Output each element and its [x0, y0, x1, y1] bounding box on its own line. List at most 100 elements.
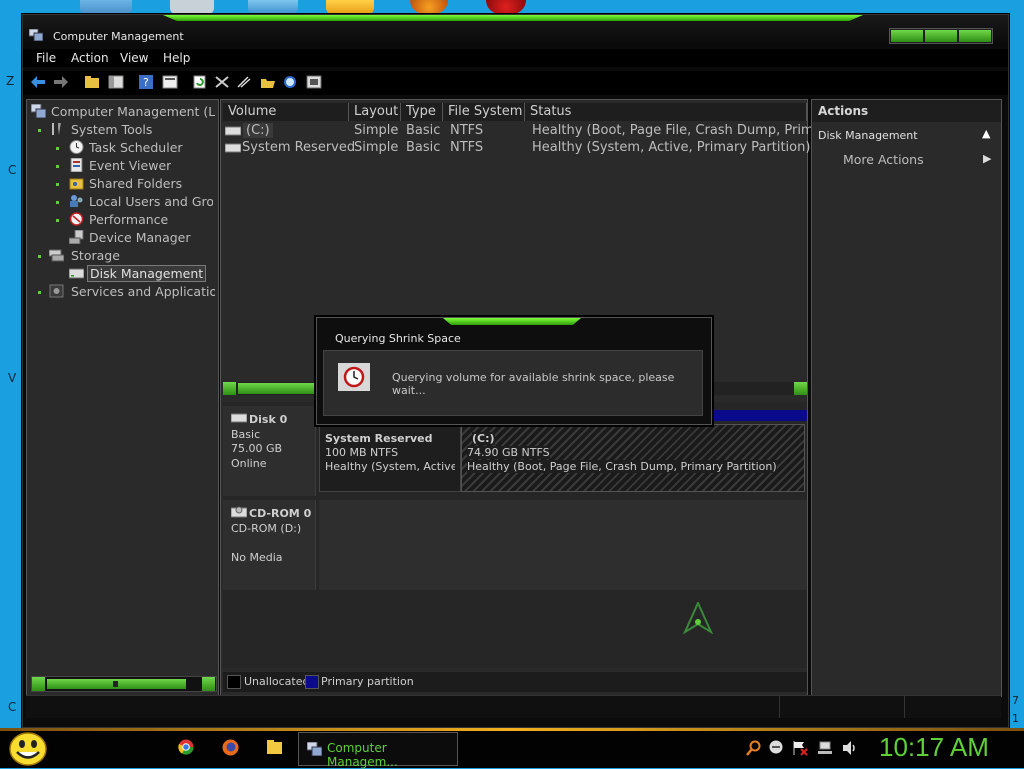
search-icon[interactable]	[282, 73, 300, 91]
expander-icon[interactable]	[38, 291, 41, 294]
tree-item-performance[interactable]: Performance	[89, 212, 168, 227]
expander-icon[interactable]	[56, 219, 59, 222]
window-controls	[889, 28, 993, 44]
firefox-icon[interactable]	[222, 739, 239, 756]
clock-icon	[69, 140, 84, 154]
column-header-volume[interactable]: Volume	[223, 103, 349, 121]
messenger-icon[interactable]	[769, 740, 783, 754]
more-actions-item[interactable]: More Actions ▶	[812, 150, 1001, 170]
legend-bar: Unallocated Primary partition	[223, 672, 807, 692]
column-header-file-system[interactable]: File System	[443, 103, 525, 121]
settings-icon[interactable]	[305, 73, 323, 91]
more-actions-label: More Actions	[843, 152, 924, 167]
actions-section-disk-management[interactable]: Disk Management ▲	[812, 126, 1001, 146]
title-accent	[163, 15, 863, 21]
column-header-status[interactable]: Status	[525, 103, 807, 121]
tree-item-computer-management[interactable]: Computer Management (Loc	[51, 104, 215, 119]
desktop-label-fragment: 1	[1012, 712, 1019, 725]
expander-icon[interactable]	[56, 183, 59, 186]
desktop-icon-fragment[interactable]	[326, 0, 374, 14]
partition-status: Healthy (Boot, Page File, Crash Dump, Pr…	[467, 460, 777, 473]
partition-name: (C:)	[472, 432, 495, 445]
services-icon	[49, 284, 64, 298]
delete-icon[interactable]	[213, 73, 231, 91]
graphical-disk-view: Disk 0 Basic 75.00 GB Online System Rese…	[223, 402, 807, 668]
legend-primary-partition: Primary partition	[321, 675, 414, 688]
tree-item-event-viewer[interactable]: Event Viewer	[89, 158, 171, 173]
event-viewer-icon	[70, 158, 83, 172]
column-header-layout[interactable]: Layout	[349, 103, 401, 121]
table-row[interactable]: System Reserved Simple Basic NTFS Health…	[223, 140, 810, 157]
desktop-icon-fragment[interactable]	[170, 0, 214, 14]
expander-icon[interactable]	[38, 255, 41, 258]
volume-status: Healthy (Boot, Page File, Crash Dump, Pr…	[532, 123, 835, 138]
flag-icon[interactable]	[792, 740, 808, 756]
scroll-right-button[interactable]	[202, 677, 215, 691]
desktop-label-fragment: Z	[6, 74, 15, 88]
network-icon[interactable]	[817, 740, 833, 756]
volume-file-system: NTFS	[450, 140, 484, 155]
scroll-left-button[interactable]	[223, 382, 236, 395]
forward-arrow-icon[interactable]	[52, 73, 70, 91]
scroll-thumb[interactable]	[47, 679, 186, 689]
folder-icon[interactable]	[266, 739, 283, 755]
menu-file[interactable]: File	[36, 51, 56, 65]
cdrom-0-info[interactable]: CD-ROM 0 CD-ROM (D:) No Media	[223, 500, 316, 590]
refresh-icon[interactable]	[191, 73, 209, 91]
partition-c-drive[interactable]: (C:) 74.90 GB NTFS Healthy (Boot, Page F…	[461, 424, 805, 492]
help-icon[interactable]: ?	[137, 73, 155, 91]
tree-item-disk-management[interactable]: Disk Management	[87, 265, 207, 282]
tree-item-storage[interactable]: Storage	[71, 248, 120, 263]
close-button[interactable]	[959, 30, 991, 42]
back-arrow-icon[interactable]	[29, 73, 47, 91]
computer-management-icon	[307, 742, 322, 756]
actions-pane: Actions Disk Management ▲ More Actions ▶	[811, 99, 1002, 697]
tree-item-local-users-and-groups[interactable]: Local Users and Grou	[89, 194, 213, 209]
partition-size: 100 MB NTFS	[325, 446, 399, 459]
desktop-icon-fragment[interactable]	[80, 0, 132, 14]
connect-icon[interactable]	[235, 73, 253, 91]
search-icon[interactable]	[746, 740, 762, 756]
tree-item-shared-folders[interactable]: Shared Folders	[89, 176, 182, 191]
drive-icon	[225, 126, 241, 136]
svg-text:?: ?	[143, 76, 149, 89]
scroll-left-button[interactable]	[32, 677, 45, 691]
volume-icon[interactable]	[842, 740, 858, 756]
desktop-icon-fragment[interactable]	[248, 0, 298, 14]
tree-item-services-and-applications[interactable]: Services and Application	[71, 284, 215, 299]
users-icon	[70, 195, 83, 207]
properties-icon[interactable]	[161, 73, 179, 91]
taskbar-task-computer-management[interactable]: Computer Managem...	[298, 732, 458, 769]
disk-state: Online	[231, 457, 267, 470]
menu-bar: File Action View Help	[23, 49, 1008, 67]
dialog-body: Querying volume for available shrink spa…	[323, 350, 703, 416]
menu-action[interactable]: Action	[71, 51, 109, 65]
scroll-right-button[interactable]	[794, 382, 807, 395]
disk-0-info[interactable]: Disk 0 Basic 75.00 GB Online	[223, 406, 316, 496]
show-hide-tree-icon[interactable]	[107, 73, 125, 91]
watermark-logo-icon	[683, 602, 713, 634]
collapse-arrow-icon[interactable]: ▲	[982, 127, 990, 140]
tree-item-device-manager[interactable]: Device Manager	[89, 230, 191, 245]
expander-icon[interactable]	[56, 147, 59, 150]
table-row[interactable]: (C:) Simple Basic NTFS Healthy (Boot, Pa…	[223, 123, 835, 140]
menu-help[interactable]: Help	[163, 51, 190, 65]
menu-view[interactable]: View	[120, 51, 148, 65]
maximize-button[interactable]	[925, 30, 957, 42]
desktop-label-fragment: V	[8, 371, 17, 385]
expander-icon[interactable]	[38, 129, 41, 132]
up-folder-icon[interactable]	[83, 73, 101, 91]
column-header-type[interactable]: Type	[401, 103, 443, 121]
open-icon[interactable]	[259, 73, 277, 91]
tree-item-system-tools[interactable]: System Tools	[71, 122, 152, 137]
start-button-smiley-icon[interactable]	[8, 731, 48, 767]
chrome-icon[interactable]	[178, 739, 194, 755]
minimize-button[interactable]	[891, 30, 923, 42]
expander-icon[interactable]	[56, 201, 59, 204]
tree-item-task-scheduler[interactable]: Task Scheduler	[89, 140, 183, 155]
device-manager-icon	[69, 230, 84, 244]
tree-horizontal-scrollbar[interactable]	[31, 676, 217, 692]
clock[interactable]: 10:17 AM	[879, 732, 989, 763]
partition-system-reserved[interactable]: System Reserved 100 MB NTFS Healthy (Sys…	[319, 424, 461, 492]
expander-icon[interactable]	[56, 165, 59, 168]
